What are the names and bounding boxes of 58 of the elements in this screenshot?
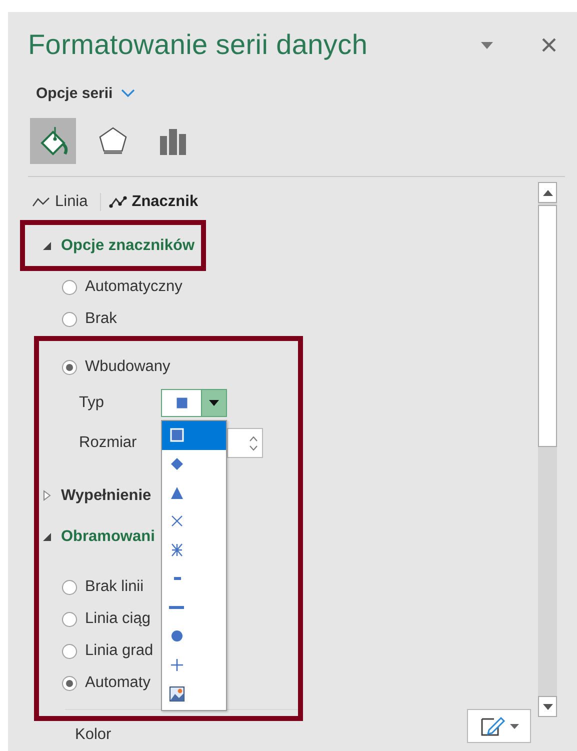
square-marker-icon <box>174 395 190 411</box>
pen-icon <box>480 715 506 737</box>
caret-icon <box>209 400 219 406</box>
size-spinner[interactable] <box>227 428 263 458</box>
scroll-down-button[interactable] <box>538 696 557 717</box>
triangle-marker-icon <box>169 484 185 501</box>
subtab[interactable]: Znacznik <box>100 193 206 211</box>
radio-button[interactable] <box>62 612 77 626</box>
caret-icon <box>481 42 493 48</box>
radio-button[interactable] <box>62 644 77 658</box>
expand-triangle-icon <box>43 490 51 501</box>
series-options-dropdown[interactable]: Opcje serii <box>36 78 135 108</box>
radio-button[interactable] <box>62 676 77 690</box>
subtab[interactable]: Linia <box>32 193 96 211</box>
field-label: Kolor <box>75 725 112 744</box>
circle-marker-icon <box>169 628 185 644</box>
line-icon <box>32 196 50 208</box>
picture-marker-icon <box>169 686 185 702</box>
chevron-down-icon <box>120 88 135 98</box>
collapse-triangle-icon <box>43 532 51 540</box>
field-label: Typ <box>78 394 105 412</box>
square-marker-icon <box>169 427 185 444</box>
short-dash-marker-icon <box>174 577 181 580</box>
section-header[interactable]: Opcje znaczników <box>25 225 195 266</box>
radio-button[interactable] <box>62 280 77 294</box>
radio-button[interactable] <box>62 580 77 594</box>
close-icon <box>542 38 556 52</box>
radio-button[interactable] <box>62 360 77 374</box>
radio-label[interactable]: Brak <box>85 310 117 328</box>
spin-up-icon[interactable] <box>249 436 258 442</box>
radio-label[interactable]: Brak linii <box>85 578 144 596</box>
radio-label[interactable]: Linia grad <box>85 642 154 660</box>
marker-type-dropdown[interactable] <box>161 389 227 417</box>
radio-label[interactable]: Automaty <box>85 674 150 692</box>
diamond-marker-icon <box>169 456 185 472</box>
radio-label[interactable]: Automatyczny <box>85 278 182 296</box>
dropdown-option[interactable] <box>162 421 226 450</box>
pane-title: Formatowanie serii danych <box>28 29 369 61</box>
spin-down-icon[interactable] <box>249 444 258 450</box>
caret-icon <box>510 724 518 728</box>
scrollbar[interactable] <box>538 182 557 717</box>
radio-button[interactable] <box>62 312 77 326</box>
star-marker-icon <box>169 542 185 558</box>
color-picker-button[interactable] <box>467 709 531 743</box>
up-arrow-icon <box>542 190 552 196</box>
collapse-triangle-icon <box>43 242 51 250</box>
section-header[interactable]: Wypełnienie <box>39 475 152 516</box>
section-header[interactable]: Obramowani <box>39 516 155 557</box>
marker-line-icon <box>108 196 127 208</box>
radio-label[interactable]: Linia ciąg <box>85 610 150 628</box>
field-label: Rozmiar <box>78 434 138 452</box>
long-dash-marker-icon <box>169 606 184 609</box>
category-tab[interactable] <box>30 118 76 164</box>
scroll-up-button[interactable] <box>538 182 557 203</box>
scroll-thumb[interactable] <box>538 205 557 447</box>
radio-label[interactable]: Wbudowany <box>85 358 170 376</box>
down-arrow-icon <box>542 704 552 710</box>
plus-marker-icon <box>169 656 185 673</box>
